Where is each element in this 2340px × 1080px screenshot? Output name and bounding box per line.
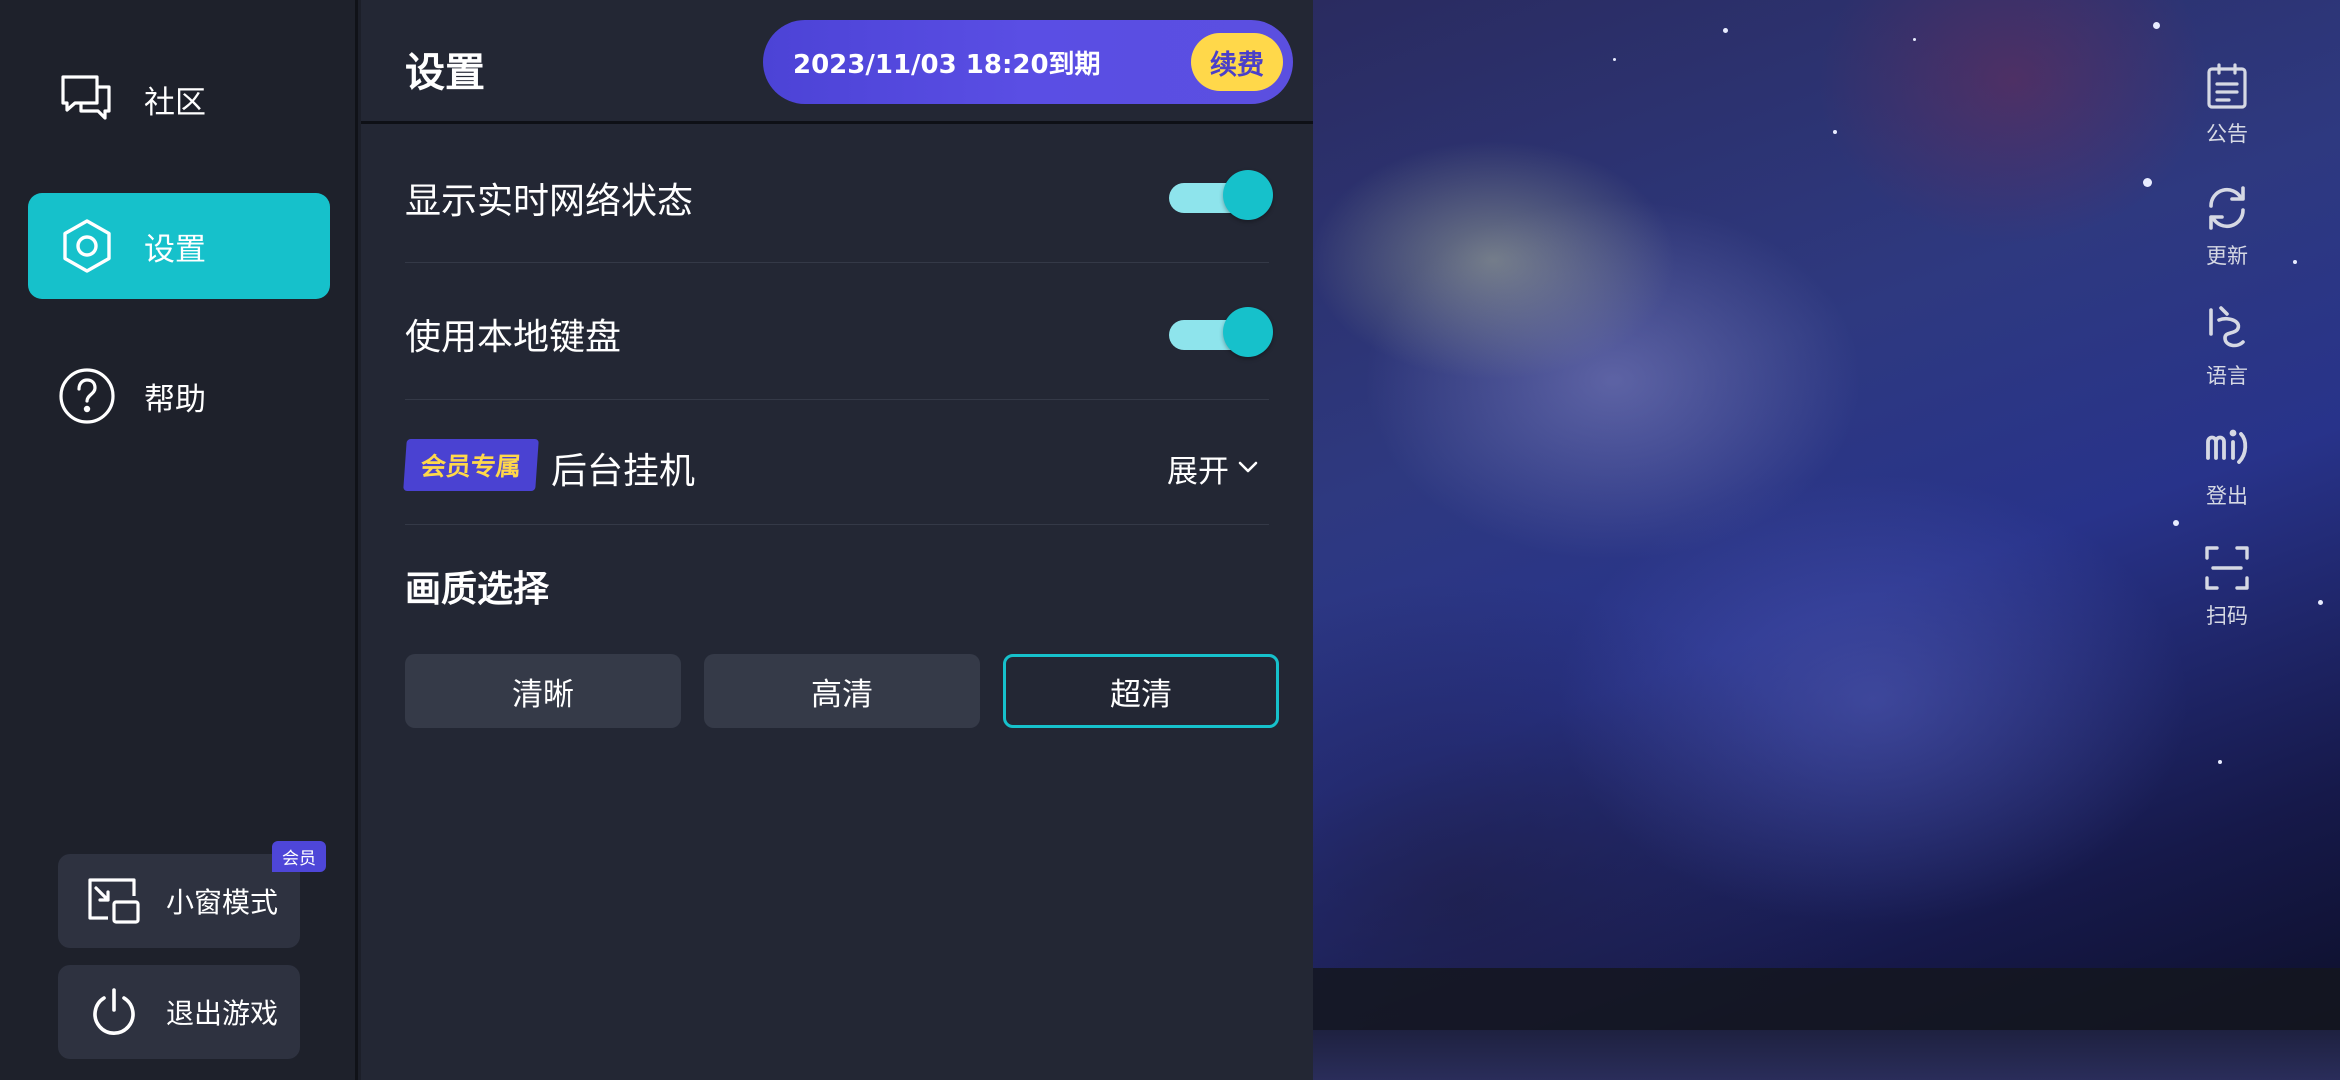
nav-item-settings[interactable]: 设置 (28, 193, 330, 299)
tool-logout-label: 登出 (2206, 484, 2248, 508)
tool-notice-label: 公告 (2206, 122, 2248, 146)
quality-option-uhd[interactable]: 超清 (1003, 654, 1279, 728)
tool-logout[interactable]: 登出 (2200, 424, 2254, 510)
local-keyboard-toggle[interactable] (1169, 307, 1273, 357)
background-floor (1313, 1030, 2340, 1080)
chevron-down-icon (1237, 459, 1259, 478)
membership-expire-pill: 2023/11/03 18:20到期 续费 (763, 20, 1293, 104)
game-background (1313, 0, 2340, 1080)
settings-panel: 设置 2023/11/03 18:20到期 续费 显示实时网络状态 使用本地键盘… (361, 0, 1313, 1080)
star (2143, 178, 2152, 187)
chat-bubbles-icon (58, 70, 116, 128)
star (2218, 760, 2222, 764)
tool-language[interactable]: 语言 (2200, 304, 2254, 390)
tool-scan[interactable]: 扫码 (2200, 544, 2254, 630)
scan-icon (2203, 544, 2251, 596)
exit-game-button[interactable]: 退出游戏 (58, 965, 300, 1059)
quality-section-title: 画质选择 (405, 569, 550, 610)
quality-option-clear[interactable]: 清晰 (405, 654, 681, 728)
local-keyboard-row: 使用本地键盘 (405, 263, 1273, 400)
small-window-label: 小窗模式 (166, 886, 279, 919)
star (1723, 28, 1728, 33)
background-idle-label: 后台挂机 (551, 451, 696, 492)
star (1833, 130, 1837, 134)
tool-scan-label: 扫码 (2206, 604, 2248, 628)
small-window-button[interactable]: 小窗模式 会员 (58, 841, 326, 948)
nav-label-community: 社区 (144, 84, 206, 121)
logout-icon (2203, 424, 2251, 476)
star (2318, 600, 2323, 605)
background-shelf (1313, 968, 2340, 1030)
star (2293, 260, 2297, 264)
panel-header: 设置 2023/11/03 18:20到期 续费 (361, 0, 1313, 124)
nav-label-settings: 设置 (144, 231, 206, 268)
expand-label: 展开 (1167, 454, 1229, 490)
star (1913, 38, 1916, 41)
tool-update-label: 更新 (2206, 244, 2248, 268)
expand-control[interactable]: 展开 (1167, 446, 1259, 491)
picture-in-picture-icon (84, 871, 144, 931)
question-circle-icon (58, 367, 116, 425)
background-idle-row[interactable]: 会员专属 后台挂机 展开 (403, 400, 1269, 525)
network-status-label: 显示实时网络状态 (405, 181, 694, 222)
expire-date-text: 2023/11/03 18:20到期 (793, 49, 1101, 80)
toggle-knob (1223, 170, 1273, 220)
network-status-row: 显示实时网络状态 (405, 124, 1273, 263)
toggle-knob (1223, 307, 1273, 357)
nav-label-help: 帮助 (144, 381, 206, 418)
hexagon-settings-icon (58, 217, 116, 275)
nav-item-community[interactable]: 社区 (28, 46, 330, 152)
star (2153, 22, 2160, 29)
page-title: 设置 (405, 50, 485, 96)
network-status-toggle[interactable] (1169, 170, 1273, 220)
left-nav: 社区 设置 帮助 小窗模式 会员 退出游戏 (0, 0, 358, 1080)
refresh-icon (2203, 184, 2251, 236)
power-icon (84, 982, 144, 1042)
star (2173, 520, 2179, 526)
nav-item-help[interactable]: 帮助 (28, 343, 330, 449)
star (1613, 58, 1616, 61)
member-exclusive-badge: 会员专属 (403, 439, 539, 491)
clipboard-icon (2203, 62, 2251, 114)
renew-button[interactable]: 续费 (1191, 33, 1283, 91)
tool-language-label: 语言 (2206, 364, 2248, 388)
local-keyboard-label: 使用本地键盘 (405, 317, 622, 358)
language-icon (2203, 304, 2251, 356)
exit-game-label: 退出游戏 (166, 997, 279, 1030)
vip-tag: 会员 (272, 841, 326, 872)
tool-update[interactable]: 更新 (2200, 184, 2254, 270)
quality-option-hd[interactable]: 高清 (704, 654, 980, 728)
tool-notice[interactable]: 公告 (2200, 62, 2254, 148)
